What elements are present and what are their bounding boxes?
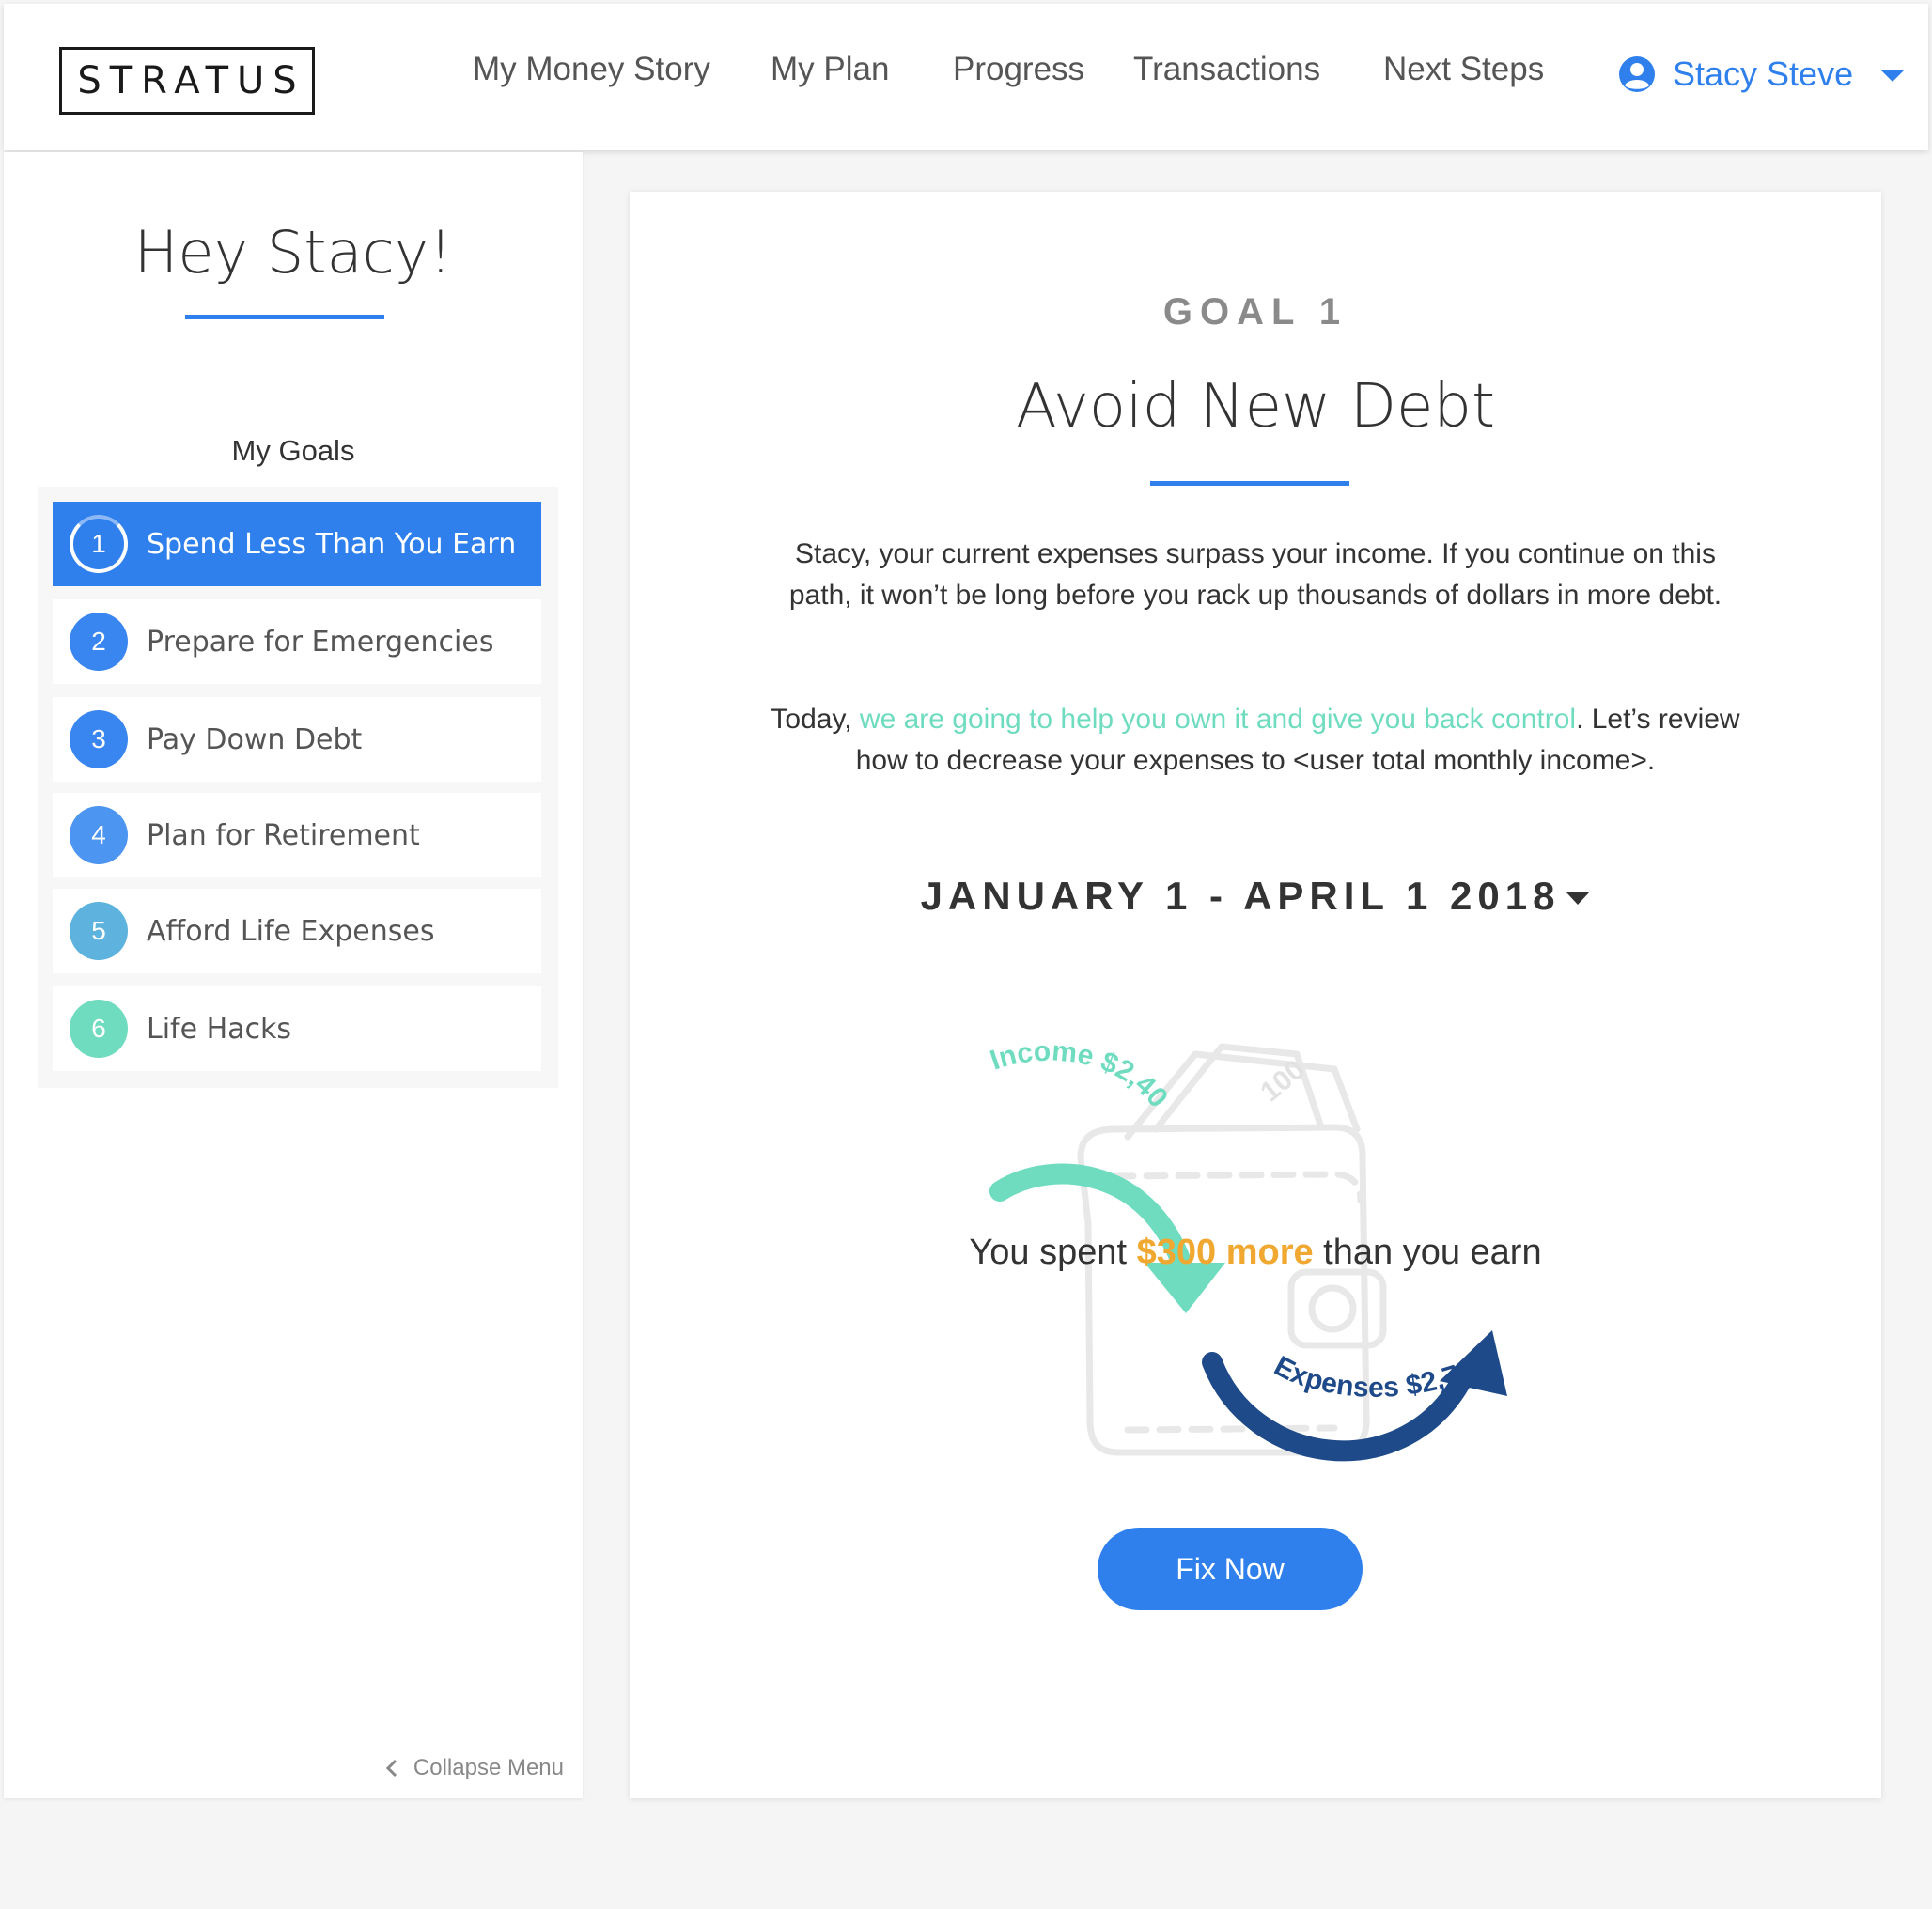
goal-title-underline: [1150, 481, 1349, 486]
user-avatar-icon: [1619, 56, 1655, 92]
goal-item-5[interactable]: 5 Afford Life Expenses: [53, 889, 541, 973]
date-range-selector[interactable]: JANUARY 1 - APRIL 1 2018: [630, 874, 1881, 919]
goal-number-badge: 1: [70, 515, 128, 573]
user-name: Stacy Steve: [1673, 54, 1854, 93]
goal-item-4[interactable]: 4 Plan for Retirement: [53, 793, 541, 877]
page: STRATUS My Money Story My Plan Progress …: [0, 0, 1932, 1909]
goal-item-3[interactable]: 3 Pay Down Debt: [53, 697, 541, 782]
goal-label: Afford Life Expenses: [147, 914, 435, 948]
goal-number-badge: 5: [70, 902, 128, 960]
nav-my-money-story[interactable]: My Money Story: [473, 51, 710, 88]
goal-title: Avoid New Debt: [1015, 372, 1496, 442]
greeting-underline: [185, 315, 384, 319]
goal-description: Stacy, your current expenses surpass you…: [788, 538, 1722, 611]
goal-label: Pay Down Debt: [147, 722, 363, 756]
goal-item-6[interactable]: 6 Life Hacks: [53, 986, 541, 1071]
spent-text-end: than you earn: [1313, 1233, 1542, 1272]
chevron-left-icon: [385, 1759, 397, 1777]
nav-progress[interactable]: Progress: [953, 51, 1084, 88]
goals-title: My Goals: [231, 434, 355, 467]
user-menu-caret-icon: [1881, 70, 1905, 82]
spending-summary: You spent $300 more than you earn: [630, 1233, 1881, 1273]
goal-label: Spend Less Than You Earn: [147, 527, 517, 561]
goal-item-2[interactable]: 2 Prepare for Emergencies: [53, 599, 541, 684]
goal-number-badge: 4: [70, 806, 128, 864]
greeting: Hey Stacy!: [133, 218, 453, 287]
spent-amount: $300 more: [1136, 1233, 1314, 1272]
income-label: Income $2,400: [893, 988, 1174, 1113]
date-range-label: JANUARY 1 - APRIL 1 2018: [920, 874, 1561, 918]
goal-number-badge: 6: [70, 1000, 128, 1058]
cta-text-start: Today,: [771, 704, 860, 735]
goal-card: GOAL 1 Avoid New Debt Stacy, your curren…: [630, 192, 1881, 1798]
fix-now-button[interactable]: Fix Now: [1098, 1528, 1363, 1610]
date-range-caret-icon: [1566, 892, 1591, 905]
nav-transactions[interactable]: Transactions: [1133, 51, 1320, 88]
collapse-menu-button[interactable]: Collapse Menu: [383, 1755, 564, 1781]
goal-number-badge: 2: [70, 613, 128, 671]
spent-text-start: You spent: [969, 1233, 1137, 1272]
collapse-menu-label: Collapse Menu: [413, 1755, 564, 1780]
nav-next-steps[interactable]: Next Steps: [1383, 51, 1544, 88]
goal-call-to-action: Today, we are going to help you own it a…: [771, 699, 1740, 782]
stratus-logo[interactable]: STRATUS: [59, 47, 315, 115]
goal-label: Plan for Retirement: [147, 818, 420, 852]
goal-label: Prepare for Emergencies: [147, 625, 494, 659]
goal-kicker: GOAL 1: [1162, 291, 1348, 333]
goal-item-1[interactable]: 1 Spend Less Than You Earn: [53, 502, 541, 586]
user-menu[interactable]: Stacy Steve: [1618, 54, 1905, 94]
goal-label: Life Hacks: [147, 1012, 292, 1046]
goal-number-badge: 3: [70, 710, 128, 768]
cta-highlight: we are going to help you own it and give…: [859, 704, 1577, 735]
top-header: STRATUS My Money Story My Plan Progress …: [4, 4, 1928, 150]
sidebar: Hey Stacy! My Goals 1 Spend Less Than Yo…: [4, 152, 583, 1798]
goals-list: 1 Spend Less Than You Earn 2 Prepare for…: [38, 487, 558, 1088]
nav-my-plan[interactable]: My Plan: [771, 51, 889, 88]
